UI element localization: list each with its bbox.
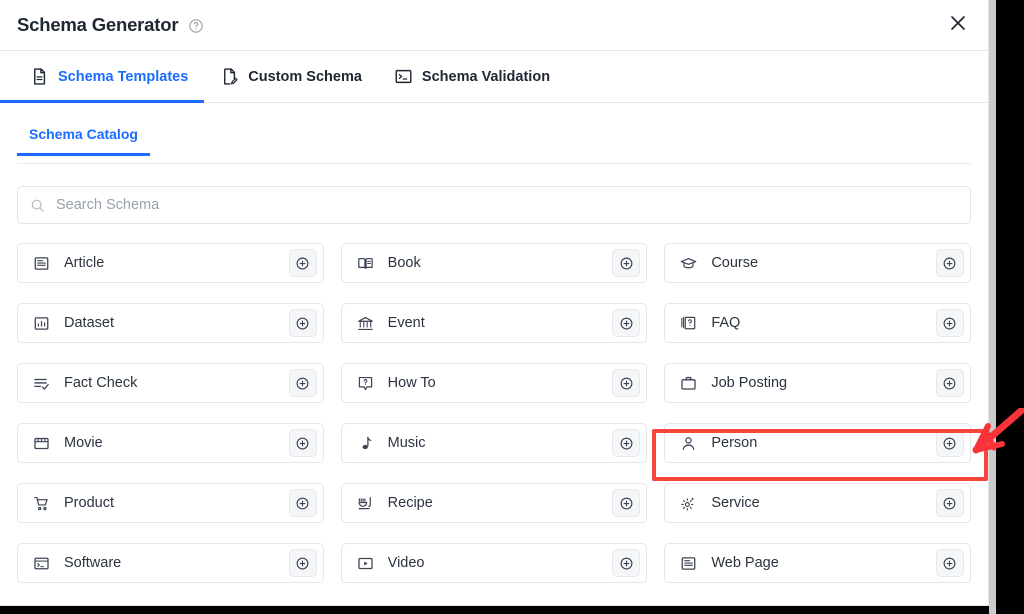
schema-card-label: Person: [711, 435, 758, 451]
schema-card-event[interactable]: Event: [340, 303, 648, 343]
add-schema-button[interactable]: [935, 309, 964, 337]
add-schema-button[interactable]: [612, 429, 641, 457]
schema-card-job-posting[interactable]: Job Posting: [664, 363, 971, 403]
schema-card-web-page[interactable]: Web Page: [664, 543, 971, 583]
schema-card-service[interactable]: Service: [664, 483, 971, 523]
schema-card-book[interactable]: Book: [340, 243, 648, 283]
schema-card-label: Article: [64, 255, 105, 271]
primary-tabbar: Schema Templates Custom Schema Schema Va…: [0, 51, 988, 103]
document-edit-icon: [220, 67, 239, 86]
close-icon: [947, 12, 969, 39]
event-bank-icon: [357, 315, 374, 332]
schema-card-label: Web Page: [711, 555, 779, 571]
schema-card-label: Product: [64, 495, 114, 511]
add-schema-button[interactable]: [288, 249, 317, 277]
add-schema-button[interactable]: [935, 249, 964, 277]
close-button[interactable]: [942, 9, 974, 41]
tab-label: Schema Validation: [421, 68, 551, 85]
schema-card-movie[interactable]: Movie: [17, 423, 324, 463]
schema-card-person[interactable]: Person: [664, 423, 971, 463]
schema-card-software[interactable]: Software: [17, 543, 324, 583]
tab-schema-validation[interactable]: Schema Validation: [378, 51, 566, 102]
schema-card-recipe[interactable]: Recipe: [340, 483, 648, 523]
shopping-cart-icon: [33, 495, 50, 512]
faq-question-icon: [680, 315, 697, 332]
modal-body: Schema Catalog Articl: [0, 124, 988, 583]
subtab-bar: Schema Catalog: [17, 124, 971, 164]
how-to-icon: [357, 375, 374, 392]
schema-card-course[interactable]: Course: [664, 243, 971, 283]
add-schema-button[interactable]: [935, 489, 964, 517]
tab-custom-schema[interactable]: Custom Schema: [204, 51, 378, 102]
add-schema-button[interactable]: [935, 369, 964, 397]
gear-icon: [680, 495, 697, 512]
schema-card-label: Video: [387, 555, 425, 571]
add-schema-button[interactable]: [288, 489, 317, 517]
add-schema-button[interactable]: [612, 369, 641, 397]
add-schema-button[interactable]: [612, 309, 641, 337]
add-schema-button[interactable]: [288, 549, 317, 577]
schema-card-label: Service: [711, 495, 760, 511]
schema-card-video[interactable]: Video: [340, 543, 648, 583]
schema-card-article[interactable]: Article: [17, 243, 324, 283]
add-schema-button[interactable]: [612, 249, 641, 277]
schema-card-label: FAQ: [711, 315, 741, 331]
web-page-icon: [680, 555, 697, 572]
graduation-cap-icon: [680, 255, 697, 272]
schema-card-label: Software: [64, 555, 122, 571]
schema-card-how-to[interactable]: How To: [340, 363, 648, 403]
search-bar[interactable]: [17, 186, 971, 224]
schema-card-label: Dataset: [64, 315, 114, 331]
add-schema-button[interactable]: [935, 429, 964, 457]
document-icon: [30, 67, 49, 86]
tab-label: Custom Schema: [248, 68, 362, 85]
article-icon: [33, 255, 50, 272]
schema-card-music[interactable]: Music: [340, 423, 648, 463]
software-window-icon: [33, 555, 50, 572]
add-schema-button[interactable]: [935, 549, 964, 577]
tab-schema-templates[interactable]: Schema Templates: [0, 51, 205, 103]
page-title: Schema Generator: [17, 14, 179, 35]
schema-card-grid: Article Book Course Dataset Event FAQ Fa…: [17, 243, 971, 583]
add-schema-button[interactable]: [288, 309, 317, 337]
person-icon: [680, 435, 697, 452]
schema-card-label: Fact Check: [64, 375, 138, 391]
schema-card-label: Job Posting: [711, 375, 788, 391]
search-input[interactable]: [56, 197, 958, 213]
music-note-icon: [357, 435, 374, 452]
schema-card-label: Course: [711, 255, 759, 271]
book-icon: [357, 255, 374, 272]
add-schema-button[interactable]: [612, 549, 641, 577]
briefcase-icon: [680, 375, 697, 392]
schema-card-label: Event: [387, 315, 425, 331]
schema-card-label: Book: [387, 255, 421, 271]
add-schema-button[interactable]: [288, 369, 317, 397]
terminal-icon: [394, 67, 413, 86]
video-play-icon: [357, 555, 374, 572]
schema-card-label: Music: [387, 435, 426, 451]
modal-scroll-gutter[interactable]: [989, 0, 996, 614]
schema-card-faq[interactable]: FAQ: [664, 303, 971, 343]
subtab-schema-catalog[interactable]: Schema Catalog: [17, 124, 150, 156]
fact-check-icon: [33, 375, 50, 392]
recipe-icon: [357, 495, 374, 512]
search-icon: [30, 198, 45, 213]
schema-card-label: How To: [387, 375, 436, 391]
schema-card-product[interactable]: Product: [17, 483, 324, 523]
chart-box-icon: [33, 315, 50, 332]
add-schema-button[interactable]: [288, 429, 317, 457]
add-schema-button[interactable]: [612, 489, 641, 517]
subtab-label: Schema Catalog: [29, 126, 138, 142]
help-circle-icon[interactable]: [188, 18, 204, 34]
schema-card-dataset[interactable]: Dataset: [17, 303, 324, 343]
schema-card-label: Recipe: [387, 495, 433, 511]
schema-card-fact-check[interactable]: Fact Check: [17, 363, 324, 403]
schema-generator-modal: Schema Generator Schema Templates Custom…: [0, 0, 989, 606]
clapperboard-icon: [33, 435, 50, 452]
schema-card-label: Movie: [64, 435, 103, 451]
modal-header: Schema Generator: [0, 0, 988, 51]
tab-label: Schema Templates: [58, 68, 189, 85]
